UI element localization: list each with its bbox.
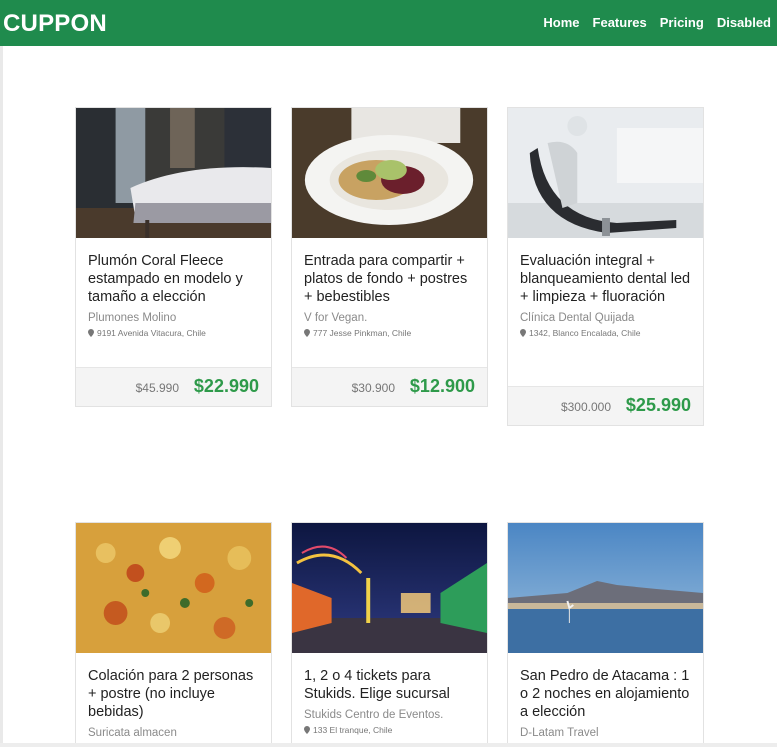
deal-vendor: Suricata almacen [88,727,177,739]
nav-pricing[interactable]: Pricing [660,15,704,30]
deal-title[interactable]: San Pedro de Atacama : 1 o 2 noches en a… [520,667,691,721]
price-footer: $30.900 $12.900 [292,367,487,406]
brand-logo[interactable]: CUPPON [3,10,107,38]
deal-title[interactable]: Plumón Coral Fleece estampado en modelo … [88,252,259,306]
deal-address: 777 Jesse Pinkman, Chile [304,328,475,338]
price-footer: $300.000 $25.990 [508,386,703,425]
new-price: $25.990 [625,395,691,415]
deal-vendor: Plumones Molino [88,312,177,324]
deal-title[interactable]: Evaluación integral + blanqueamiento den… [520,252,691,306]
map-pin-icon [304,329,310,337]
old-price: $30.900 [351,381,395,395]
nav-home[interactable]: Home [543,15,579,30]
deal-title[interactable]: Entrada para compartir + platos de fondo… [304,252,475,306]
atacama-lake-photo [508,523,703,653]
nav-disabled[interactable]: Disabled [717,15,771,30]
deal-title[interactable]: Colación para 2 personas + postre (no in… [88,667,259,721]
old-price: $300.000 [560,400,611,414]
new-price: $12.900 [409,376,475,396]
bedroom-photo [76,108,271,238]
deal-card[interactable]: San Pedro de Atacama : 1 o 2 noches en a… [507,522,704,743]
deal-card[interactable]: 1, 2 o 4 tickets para Stukids. Elige suc… [291,522,488,743]
deal-card[interactable]: Entrada para compartir + platos de fondo… [291,107,488,407]
nav-links: Home Features Pricing Disabled [543,15,771,30]
deal-title[interactable]: 1, 2 o 4 tickets para Stukids. Elige suc… [304,667,475,703]
address-text: 777 Jesse Pinkman, Chile [313,328,412,338]
price-footer: $45.990 $22.990 [76,367,271,406]
night-fair-photo [292,523,487,653]
new-price: $22.990 [193,376,259,396]
deal-vendor: V for Vegan. [304,312,368,324]
deal-address: 133 El tranque, Chile [304,725,475,735]
page-bottom-edge [0,743,777,747]
deal-card[interactable]: Plumón Coral Fleece estampado en modelo … [75,107,272,407]
deal-vendor: Clínica Dental Quijada [520,312,635,324]
page-edge [0,0,3,747]
old-price: $45.990 [135,381,179,395]
deal-card[interactable]: Evaluación integral + blanqueamiento den… [507,107,704,426]
address-text: 1342, Blanco Encalada, Chile [529,328,641,338]
deal-vendor: D-Latam Travel [520,727,599,739]
navbar: CUPPON Home Features Pricing Disabled [0,0,777,46]
nav-features[interactable]: Features [593,15,647,30]
dental-chair-photo [508,108,703,238]
deal-address: 9191 Avenida Vitacura, Chile [88,328,259,338]
address-text: 9191 Avenida Vitacura, Chile [97,328,206,338]
map-pin-icon [304,726,310,734]
food-dish-photo [76,523,271,653]
salad-plate-photo [292,108,487,238]
map-pin-icon [520,329,526,337]
deal-card[interactable]: Colación para 2 personas + postre (no in… [75,522,272,743]
deal-vendor: Stukids Centro de Eventos. [304,709,444,721]
deal-address: 1342, Blanco Encalada, Chile [520,328,691,338]
address-text: 133 El tranque, Chile [313,725,393,735]
map-pin-icon [88,329,94,337]
